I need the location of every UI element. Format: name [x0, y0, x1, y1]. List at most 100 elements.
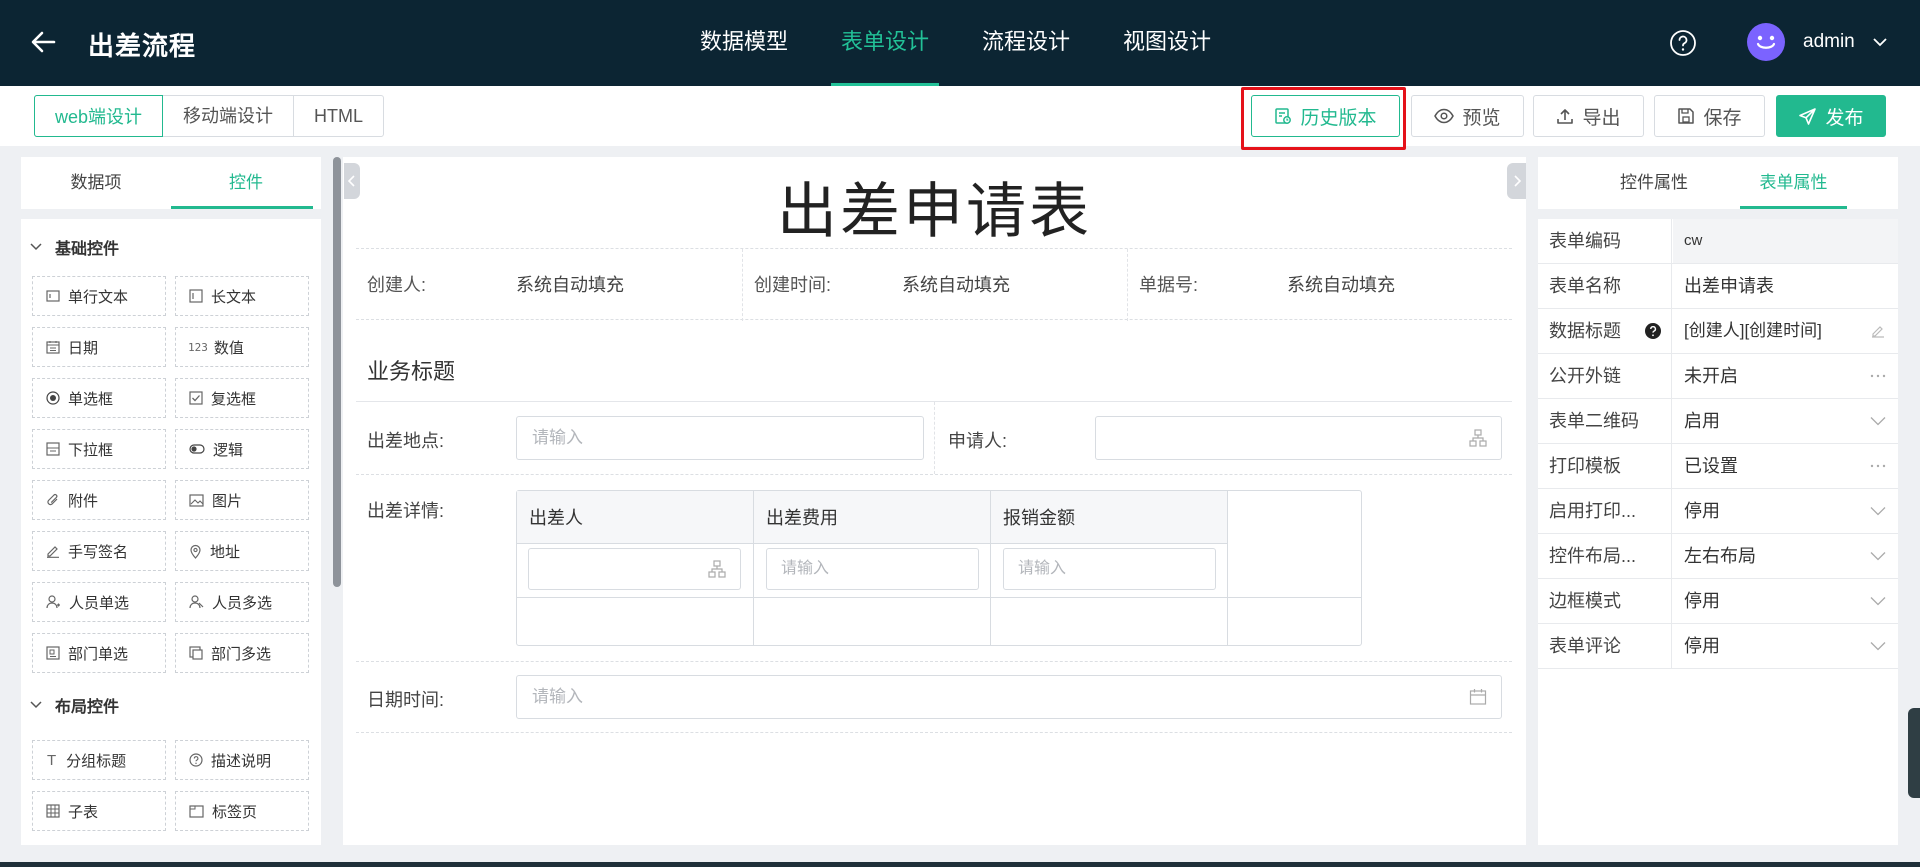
tab-data-items[interactable]: 数据项	[21, 157, 171, 209]
more-icon[interactable]	[1870, 464, 1886, 468]
date-icon	[46, 341, 60, 354]
long-text-icon	[189, 289, 203, 303]
tab-control-props[interactable]: 控件属性	[1610, 157, 1698, 209]
form-comment-select[interactable]: 停用	[1673, 624, 1898, 668]
mode-mobile[interactable]: 移动端设计	[163, 96, 295, 136]
chevron-down-icon	[1870, 642, 1886, 651]
bottom-taskbar-strip	[0, 862, 1920, 867]
nav-flow-design[interactable]: 流程设计	[972, 0, 1080, 86]
border-mode-select[interactable]: 停用	[1673, 579, 1898, 623]
control-user-single[interactable]: 人员单选	[32, 582, 166, 622]
traveler-picker[interactable]	[528, 548, 741, 590]
control-number[interactable]: 123 数值	[175, 327, 309, 367]
control-address[interactable]: 地址	[175, 531, 309, 571]
palette-scrollbar-thumb[interactable]	[333, 157, 341, 587]
section-title: 基础控件	[55, 241, 120, 258]
form-title[interactable]: 出差申请表	[343, 163, 1526, 250]
history-version-button[interactable]: 历史版本	[1251, 95, 1400, 137]
back-arrow-icon[interactable]	[28, 26, 58, 58]
chevron-down-icon[interactable]	[1872, 34, 1888, 50]
control-signature[interactable]: 手写签名	[32, 531, 166, 571]
tab-form-props[interactable]: 表单属性	[1740, 157, 1847, 209]
basic-controls-header[interactable]: 基础控件	[21, 233, 119, 261]
data-title-text: [创建人][创建时间]	[1684, 321, 1822, 340]
prop-key: 公开外链	[1538, 354, 1672, 398]
save-button[interactable]: 保存	[1654, 95, 1765, 137]
field-label-detail: 出差详情:	[367, 501, 445, 521]
datetime-input[interactable]: 请输入	[516, 675, 1502, 719]
applicant-picker[interactable]	[1095, 416, 1502, 460]
control-layout-select[interactable]: 左右布局	[1673, 534, 1898, 578]
divider	[356, 661, 1512, 662]
top-bar: 出差流程 数据模型 表单设计 流程设计 视图设计 admin	[0, 0, 1920, 86]
more-icon[interactable]	[1870, 374, 1886, 378]
reimburse-input[interactable]: 请输入	[1003, 548, 1216, 590]
save-label: 保存	[1703, 107, 1742, 129]
chevron-down-icon	[30, 243, 42, 251]
meta-label-creator: 创建人:	[367, 275, 427, 295]
help-circle-icon[interactable]	[1644, 322, 1662, 340]
public-link-setting[interactable]: 未开启	[1673, 354, 1898, 398]
prop-key: 打印模板	[1538, 444, 1672, 488]
border-mode-value: 停用	[1684, 591, 1720, 611]
design-toolbar: web端设计 移动端设计 HTML 历史版本 预览 导出 保存 发布	[0, 86, 1920, 146]
layout-controls-header[interactable]: 布局控件	[21, 691, 119, 719]
prop-key-label: 数据标题	[1549, 321, 1621, 341]
control-dept-single[interactable]: 部门单选	[32, 633, 166, 673]
control-logic[interactable]: 逻辑	[175, 429, 309, 469]
dept-multi-icon	[189, 646, 203, 660]
avatar[interactable]	[1747, 23, 1785, 61]
nav-view-design[interactable]: 视图设计	[1113, 0, 1221, 86]
control-attachment[interactable]: 附件	[32, 480, 166, 520]
control-dropdown[interactable]: 下拉框	[32, 429, 166, 469]
cost-input[interactable]: 请输入	[766, 548, 979, 590]
prop-row-data-title: 数据标题 [创建人][创建时间]	[1538, 309, 1898, 354]
export-button[interactable]: 导出	[1533, 95, 1644, 137]
control-description[interactable]: 描述说明	[175, 740, 309, 780]
control-checkbox[interactable]: 复选框	[175, 378, 309, 418]
help-icon[interactable]	[1669, 29, 1697, 57]
mode-web[interactable]: web端设计	[34, 95, 164, 137]
prop-row-form-name: 表单名称 出差申请表	[1538, 264, 1898, 309]
preview-button[interactable]: 预览	[1411, 95, 1524, 137]
control-date[interactable]: 日期	[32, 327, 166, 367]
edit-icon[interactable]	[1870, 323, 1886, 339]
print-template-setting[interactable]: 已设置	[1673, 444, 1898, 488]
subtable-col-reimburse[interactable]: 报销金额	[1003, 504, 1075, 530]
meta-label-created-time: 创建时间:	[754, 275, 832, 295]
form-code-input[interactable]: cw	[1673, 219, 1898, 263]
control-radio[interactable]: 单选框	[32, 378, 166, 418]
user-name[interactable]: admin	[1803, 31, 1855, 53]
qrcode-select[interactable]: 启用	[1673, 399, 1898, 443]
location-input[interactable]: 请输入	[516, 416, 924, 460]
form-name-input[interactable]: 出差申请表	[1673, 264, 1898, 308]
control-label: 单行文本	[68, 288, 129, 306]
mode-html[interactable]: HTML	[294, 96, 383, 136]
control-user-multi[interactable]: 人员多选	[175, 582, 309, 622]
control-subtable[interactable]: 子表	[32, 791, 166, 831]
prop-row-form-code: 表单编码 cw	[1538, 219, 1898, 264]
control-tabs[interactable]: 标签页	[175, 791, 309, 831]
enable-print-select[interactable]: 停用	[1673, 489, 1898, 533]
nav-data-model[interactable]: 数据模型	[690, 0, 798, 86]
nav-form-design[interactable]: 表单设计	[831, 0, 940, 86]
control-long-text[interactable]: 长文本	[175, 276, 309, 316]
publish-button[interactable]: 发布	[1776, 95, 1886, 137]
control-image[interactable]: 图片	[175, 480, 309, 520]
dept-single-icon	[46, 646, 60, 660]
floating-side-widget[interactable]	[1908, 708, 1920, 798]
publish-label: 发布	[1825, 107, 1864, 129]
prop-key: 数据标题	[1538, 309, 1672, 353]
control-dept-multi[interactable]: 部门多选	[175, 633, 309, 673]
subtable-col-cost[interactable]: 出差费用	[766, 504, 838, 530]
control-single-line-text[interactable]: 单行文本	[32, 276, 166, 316]
subtable-col-traveler[interactable]: 出差人	[529, 504, 583, 530]
user-multi-icon	[189, 595, 204, 609]
control-group-title[interactable]: T 分组标题	[32, 740, 166, 780]
tab-controls[interactable]: 控件	[171, 157, 321, 209]
data-title-value[interactable]: [创建人][创建时间]	[1673, 309, 1898, 353]
control-label: 数值	[213, 339, 244, 357]
chevron-down-icon	[30, 701, 42, 709]
app-title: 出差流程	[88, 31, 197, 61]
group-title[interactable]: 业务标题	[367, 354, 455, 386]
